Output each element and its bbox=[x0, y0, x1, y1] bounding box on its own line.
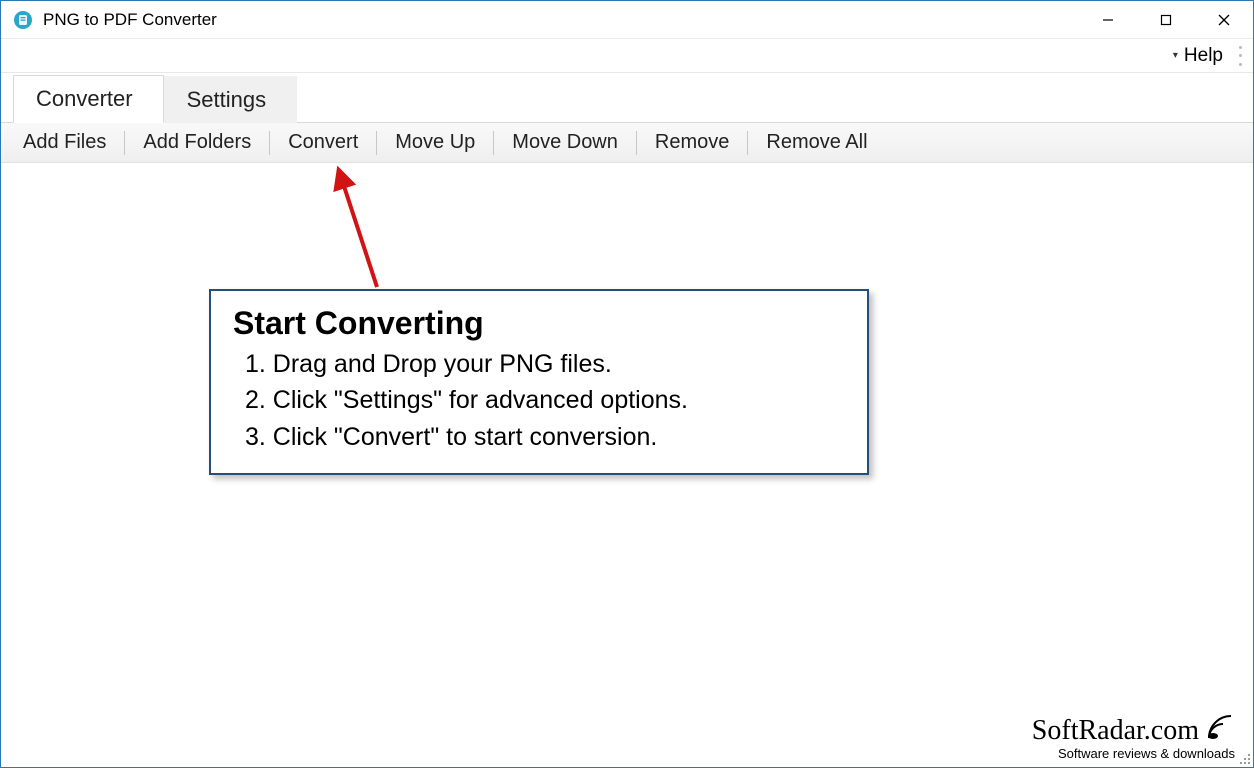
toolbar: Add Files Add Folders Convert Move Up Mo… bbox=[1, 123, 1253, 163]
add-folders-label: Add Folders bbox=[143, 131, 251, 153]
menubar: ▾ Help bbox=[1, 39, 1253, 73]
tab-converter[interactable]: Converter bbox=[13, 75, 164, 123]
maximize-button[interactable] bbox=[1137, 1, 1195, 39]
instruction-step: 2. Click "Settings" for advanced options… bbox=[233, 382, 845, 418]
file-list-area[interactable]: Start Converting 1. Drag and Drop your P… bbox=[1, 163, 1253, 767]
tab-settings-label: Settings bbox=[187, 87, 267, 112]
help-label: Help bbox=[1184, 45, 1223, 67]
instruction-heading: Start Converting bbox=[233, 305, 845, 342]
remove-all-label: Remove All bbox=[766, 131, 867, 153]
toolbar-grip-icon bbox=[1239, 46, 1247, 66]
move-up-label: Move Up bbox=[395, 131, 475, 153]
remove-label: Remove bbox=[655, 131, 729, 153]
minimize-button[interactable] bbox=[1079, 1, 1137, 39]
help-menu[interactable]: ▾ Help bbox=[1163, 43, 1233, 69]
annotation-arrow-icon bbox=[323, 165, 403, 295]
move-down-label: Move Down bbox=[512, 131, 618, 153]
separator bbox=[376, 131, 377, 155]
add-files-button[interactable]: Add Files bbox=[11, 127, 118, 158]
separator bbox=[269, 131, 270, 155]
titlebar: PNG to PDF Converter bbox=[1, 1, 1253, 39]
tab-settings[interactable]: Settings bbox=[164, 76, 298, 123]
separator bbox=[747, 131, 748, 155]
tab-converter-label: Converter bbox=[36, 86, 133, 111]
convert-label: Convert bbox=[288, 131, 358, 153]
radar-icon bbox=[1205, 712, 1235, 750]
move-up-button[interactable]: Move Up bbox=[383, 127, 487, 158]
instruction-step: 1. Drag and Drop your PNG files. bbox=[233, 346, 845, 382]
close-button[interactable] bbox=[1195, 1, 1253, 39]
window-title: PNG to PDF Converter bbox=[43, 10, 1079, 30]
remove-button[interactable]: Remove bbox=[643, 127, 741, 158]
tab-bar: Converter Settings bbox=[1, 73, 1253, 123]
watermark-tagline: Software reviews & downloads bbox=[1032, 746, 1235, 761]
separator bbox=[636, 131, 637, 155]
add-folders-button[interactable]: Add Folders bbox=[131, 127, 263, 158]
instruction-panel: Start Converting 1. Drag and Drop your P… bbox=[209, 289, 869, 475]
remove-all-button[interactable]: Remove All bbox=[754, 127, 879, 158]
app-icon bbox=[13, 10, 33, 30]
separator bbox=[493, 131, 494, 155]
move-down-button[interactable]: Move Down bbox=[500, 127, 630, 158]
separator bbox=[124, 131, 125, 155]
watermark-brand: SoftRadar.com bbox=[1032, 715, 1199, 747]
instruction-step: 3. Click "Convert" to start conversion. bbox=[233, 419, 845, 455]
add-files-label: Add Files bbox=[23, 131, 106, 153]
convert-button[interactable]: Convert bbox=[276, 127, 370, 158]
resize-grip-icon[interactable] bbox=[1237, 751, 1251, 765]
watermark: SoftRadar.com Software reviews & downloa… bbox=[1032, 712, 1235, 761]
dropdown-caret-icon: ▾ bbox=[1173, 50, 1178, 61]
